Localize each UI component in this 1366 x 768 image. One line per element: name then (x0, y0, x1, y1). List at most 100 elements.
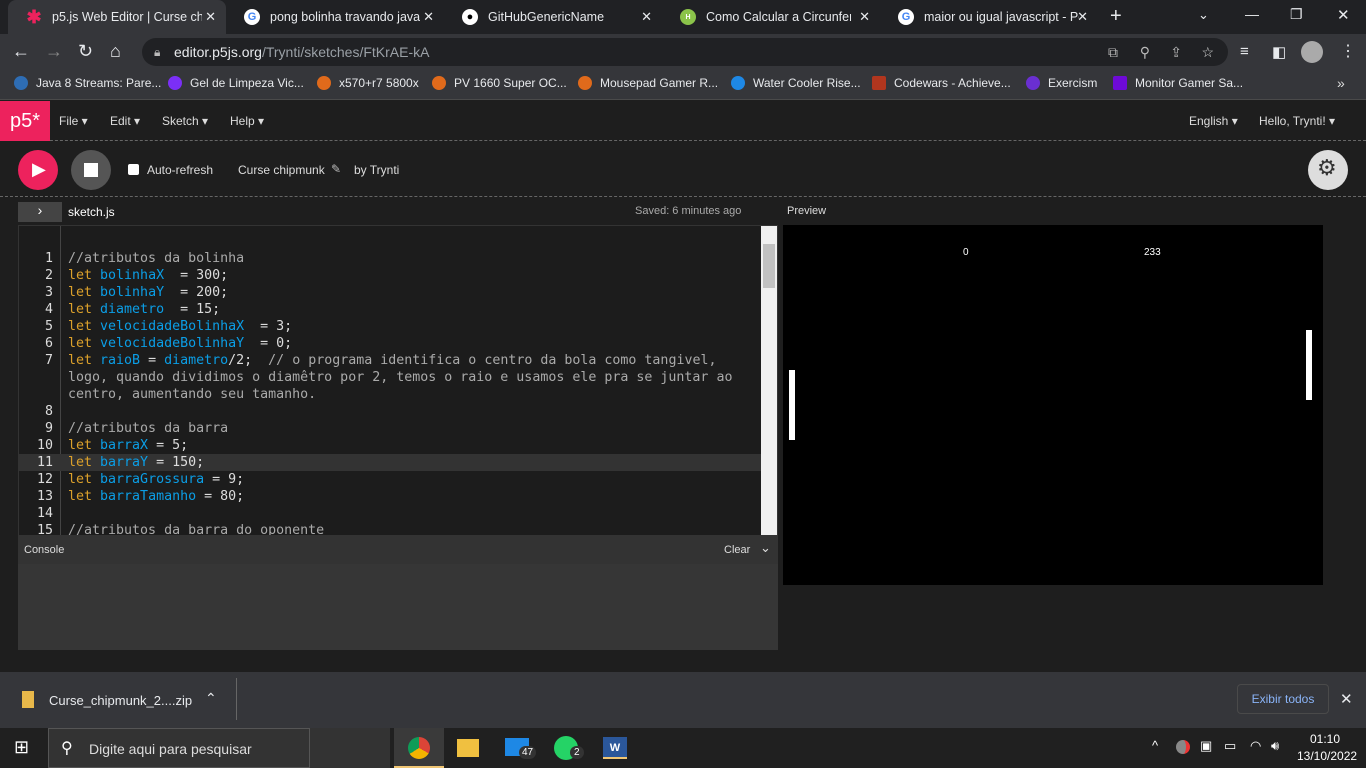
profile-avatar[interactable] (1301, 41, 1323, 63)
wifi-icon[interactable]: ◠ (1250, 738, 1261, 754)
bookmark-item[interactable]: Java 8 Streams: Pare... (14, 76, 161, 90)
new-tab-button[interactable]: + (1110, 5, 1122, 28)
close-download-bar-icon[interactable]: ✕ (1340, 690, 1353, 708)
bookmark-item[interactable]: Codewars - Achieve... (872, 76, 1011, 90)
code-line[interactable]: 11 let barraY = 150; (19, 454, 761, 471)
user-menu[interactable]: Hello, Trynti! ▾ (1259, 114, 1335, 128)
code-line[interactable]: 4 let diametro = 15; (19, 301, 761, 318)
bookmark-item[interactable]: Mousepad Gamer R... (578, 76, 718, 90)
chevron-up-icon[interactable]: ⌃ (205, 690, 217, 707)
close-icon[interactable]: ✕ (423, 9, 434, 25)
home-icon[interactable]: ⌂ (110, 41, 121, 62)
line-text: //atributos da bolinha (53, 250, 753, 267)
menu-kebab-icon[interactable]: ⋮ (1340, 41, 1356, 61)
volume-icon[interactable]: 🔊︎ (1271, 738, 1279, 754)
media-control-icon[interactable]: ≡ (1240, 43, 1249, 60)
stop-button[interactable] (71, 150, 111, 190)
file-explorer-icon[interactable] (457, 739, 479, 757)
battery-icon[interactable]: ▭ (1224, 738, 1236, 754)
forward-icon[interactable]: → (45, 41, 63, 62)
play-button[interactable]: ▶ (18, 150, 58, 190)
code-token: let (68, 268, 101, 283)
sketch-author[interactable]: by Trynti (354, 163, 399, 177)
reload-icon[interactable]: ↻ (78, 41, 93, 62)
p5-logo[interactable]: p5* (0, 101, 50, 141)
console-input[interactable] (18, 650, 778, 672)
scrollbar[interactable] (761, 226, 777, 535)
show-hidden-icons[interactable]: ^ (1152, 738, 1158, 753)
show-all-button[interactable]: Exibir todos (1237, 684, 1329, 714)
code-line[interactable]: 6 let velocidadeBolinhaY = 0; (19, 335, 761, 352)
share-icon[interactable]: ⇪ (1170, 38, 1182, 66)
onedrive-error-icon[interactable] (1176, 740, 1190, 754)
expand-sidebar-button[interactable]: › (18, 202, 62, 222)
code-token: /2; (228, 353, 269, 368)
menu-help[interactable]: Help ▾ (230, 114, 264, 128)
windows-start-icon[interactable]: ⊞ (14, 737, 29, 758)
bookmark-item[interactable]: Water Cooler Rise... (731, 76, 861, 90)
tab-google-maior[interactable]: Gmaior ou igual javascript - Pesquisa✕ (880, 0, 1098, 34)
download-item[interactable]: Curse_chipmunk_2....zip (49, 693, 192, 708)
menu-file[interactable]: File ▾ (59, 114, 88, 128)
code-line[interactable]: 14 (19, 505, 761, 522)
zoom-icon[interactable]: ⚲ (1140, 38, 1150, 66)
code-token: velocidadeBolinhaX (100, 319, 245, 334)
code-line[interactable]: 8 (19, 403, 761, 420)
back-icon[interactable]: ← (12, 41, 30, 62)
camera-icon[interactable]: ▣ (1200, 738, 1212, 754)
code-line[interactable]: 10 let barraX = 5; (19, 437, 761, 454)
chrome-taskbar-button[interactable] (394, 728, 444, 768)
settings-button[interactable]: ⚙ (1308, 150, 1348, 190)
taskbar-search[interactable]: ⚲ Digite aqui para pesquisar (48, 728, 310, 768)
close-icon[interactable]: ✕ (205, 9, 216, 25)
clock-time[interactable]: 01:10 (1310, 732, 1340, 746)
tab-circunferencia[interactable]: HComo Calcular a Circunferência✕ (662, 0, 880, 34)
chevron-down-icon[interactable]: ⌄ (760, 540, 771, 556)
language-menu[interactable]: English ▾ (1189, 114, 1238, 128)
scrollbar-thumb[interactable] (763, 244, 775, 288)
tab-google-pong[interactable]: Gpong bolinha travando javascript✕ (226, 0, 444, 34)
code-line[interactable]: 9 //atributos da barra (19, 420, 761, 437)
bookmark-item[interactable]: Gel de Limpeza Vic... (168, 76, 304, 90)
pencil-icon[interactable]: ✎ (331, 162, 341, 176)
sketch-name[interactable]: Curse chipmunk (238, 163, 325, 177)
line-text: //atributos da barra (53, 420, 753, 437)
bookmark-star-icon[interactable]: ☆ (1201, 38, 1214, 66)
auto-refresh-checkbox[interactable] (128, 164, 139, 175)
clock-date[interactable]: 13/10/2022 (1297, 749, 1357, 763)
code-line[interactable]: 2 let bolinhaX = 300; (19, 267, 761, 284)
code-line[interactable]: 15 //atributos da barra do oponente (19, 522, 761, 535)
code-lines[interactable]: 1//atributos da bolinha 2 let bolinhaX = 3… (19, 250, 761, 535)
minimize-button[interactable]: — (1245, 6, 1259, 22)
bookmark-item[interactable]: x570+r7 5800x (317, 76, 419, 90)
bookmark-item[interactable]: PV 1660 Super OC... (432, 76, 567, 90)
word-icon[interactable]: W (603, 737, 627, 759)
close-icon[interactable]: ✕ (859, 9, 870, 25)
code-line[interactable]: 7 let raioB = diametro/2; // o programa i… (19, 352, 761, 403)
menu-edit[interactable]: Edit ▾ (110, 114, 140, 128)
line-number: 13 (36, 489, 53, 504)
tab-search-chevron-icon[interactable]: ⌄ (1198, 7, 1209, 23)
close-icon[interactable]: ✕ (641, 9, 652, 25)
bookmark-item[interactable]: Exercism (1026, 76, 1097, 90)
menu-sketch[interactable]: Sketch ▾ (162, 114, 208, 128)
restore-button[interactable]: ❐ (1290, 6, 1303, 23)
bookmark-item[interactable]: Monitor Gamer Sa... (1113, 76, 1243, 90)
code-line[interactable]: 3 let bolinhaY = 200; (19, 284, 761, 301)
code-line[interactable]: 5 let velocidadeBolinhaX = 3; (19, 318, 761, 335)
code-token: //atributos da bolinha (68, 251, 245, 266)
tab-p5js[interactable]: ✱p5.js Web Editor | Curse chipmunk✕ (8, 0, 226, 34)
close-icon[interactable]: ✕ (1077, 9, 1088, 25)
url-input[interactable]: 🔒︎ editor.p5js.org/Trynti/sketches/FtKrA… (142, 38, 1228, 66)
side-panel-icon[interactable]: ◧ (1272, 43, 1286, 61)
code-line[interactable]: 13 let barraTamanho = 80; (19, 488, 761, 505)
close-window-button[interactable]: ✕ (1337, 6, 1350, 24)
code-editor[interactable]: 1//atributos da bolinha 2 let bolinhaX = 3… (18, 225, 778, 536)
code-line[interactable]: 12 let barraGrossura = 9; (19, 471, 761, 488)
tab-github[interactable]: ● GitHubGenericName ✕ (444, 0, 662, 34)
code-line[interactable]: 1 //atributos da bolinha (19, 250, 761, 267)
preview-canvas[interactable]: 0 233 (783, 225, 1323, 585)
more-bookmarks-icon[interactable]: » (1337, 75, 1345, 91)
clear-console-button[interactable]: Clear (724, 544, 750, 556)
translate-icon[interactable]: ⧉ (1108, 38, 1118, 66)
